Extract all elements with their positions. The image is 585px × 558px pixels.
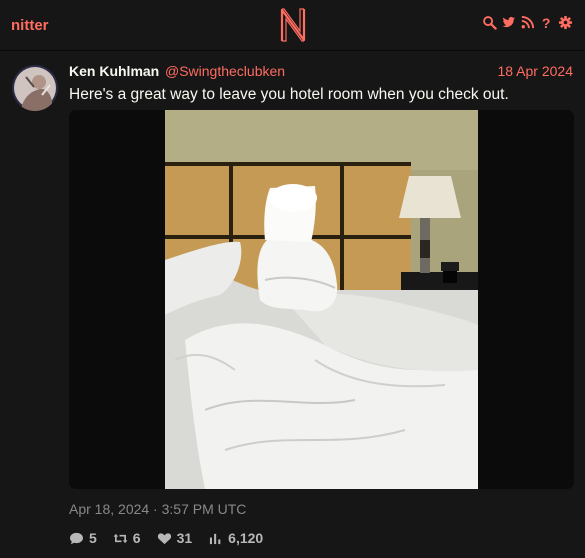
views-stat[interactable]: 6,120 xyxy=(208,530,263,546)
retweet-icon xyxy=(113,533,128,543)
likes-count: 31 xyxy=(176,530,193,546)
avatar[interactable] xyxy=(12,65,58,111)
views-count: 6,120 xyxy=(228,530,264,546)
replies-count: 5 xyxy=(89,530,97,546)
tweet-date-link[interactable]: 18 Apr 2024 xyxy=(497,63,573,79)
svg-text:?: ? xyxy=(542,15,551,30)
twitter-bird-icon[interactable] xyxy=(501,15,516,30)
nitter-logo-icon[interactable] xyxy=(279,7,307,43)
help-icon[interactable]: ? xyxy=(539,15,554,30)
tweet-published-time: Apr 18, 2024 · 3:57 PM UTC xyxy=(69,501,247,517)
likes-stat[interactable]: 31 xyxy=(157,530,193,546)
nitter-home-link[interactable]: nitter xyxy=(11,17,49,34)
navbar-icons: ? xyxy=(482,15,573,30)
retweets-stat[interactable]: 6 xyxy=(113,530,141,546)
heart-icon xyxy=(157,532,171,544)
views-chart-icon xyxy=(210,533,221,544)
comment-icon xyxy=(70,532,83,544)
tweet-fullname[interactable]: Ken Kuhlman xyxy=(69,63,159,79)
avatar-image-icon xyxy=(12,65,58,111)
photo-image-icon[interactable] xyxy=(165,110,478,489)
tweet-username[interactable]: @Swingtheclubken xyxy=(165,63,285,79)
tweet-stats: 5 6 31 6,120 xyxy=(69,530,263,546)
replies-stat[interactable]: 5 xyxy=(69,530,97,546)
navbar: nitter ? xyxy=(0,0,585,51)
tweet-media[interactable] xyxy=(69,110,574,489)
tweet-text: Here's a great way to leave you hotel ro… xyxy=(69,86,509,103)
retweets-count: 6 xyxy=(132,530,141,546)
rss-icon[interactable] xyxy=(520,15,535,30)
tweet: Ken Kuhlman @Swingtheclubken 18 Apr 2024… xyxy=(0,51,585,558)
search-icon[interactable] xyxy=(482,15,497,30)
settings-gear-icon[interactable] xyxy=(558,15,573,30)
